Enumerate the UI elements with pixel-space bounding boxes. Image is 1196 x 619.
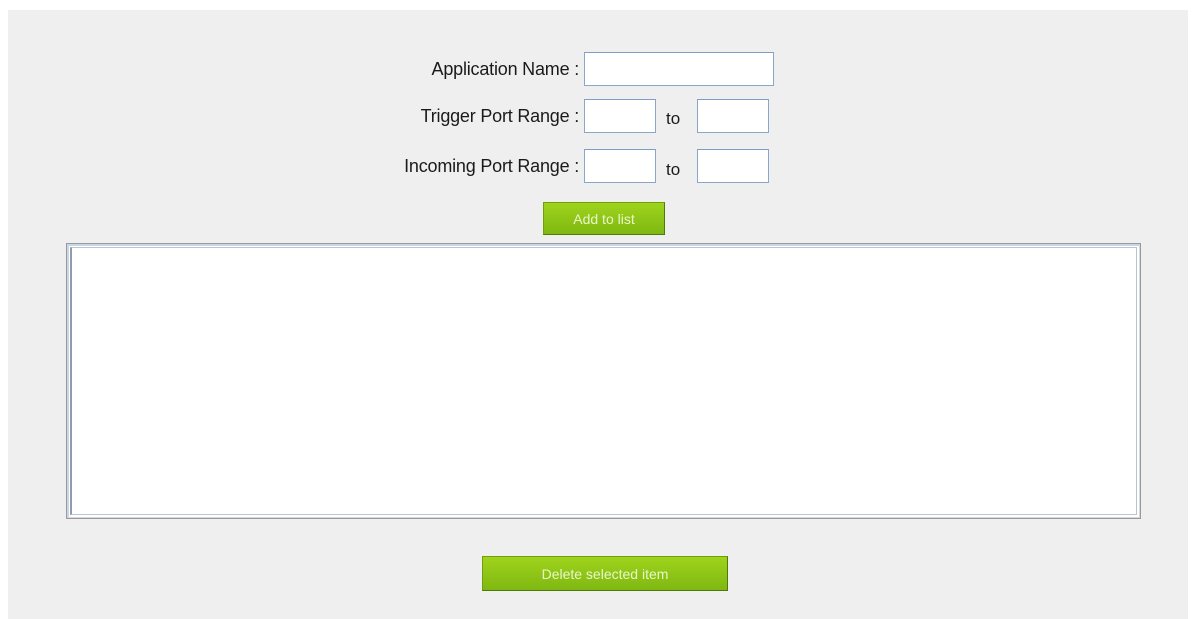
incoming-port-range-label: Incoming Port Range :: [404, 156, 579, 176]
delete-selected-item-button[interactable]: Delete selected item: [482, 556, 728, 591]
incoming-port-to-label: to: [666, 160, 681, 179]
incoming-port-start-input[interactable]: [584, 149, 656, 183]
trigger-port-to-label: to: [666, 109, 681, 128]
trigger-port-start-input[interactable]: [584, 99, 656, 133]
add-to-list-button[interactable]: Add to list: [543, 202, 665, 235]
trigger-port-end-input[interactable]: [697, 99, 769, 133]
application-list-frame: [70, 247, 1137, 515]
incoming-port-end-input[interactable]: [697, 149, 769, 183]
trigger-port-range-label: Trigger Port Range :: [420, 106, 580, 126]
application-name-input[interactable]: [584, 52, 774, 86]
application-list[interactable]: [66, 243, 1141, 519]
application-name-label: Application Name :: [431, 59, 580, 79]
